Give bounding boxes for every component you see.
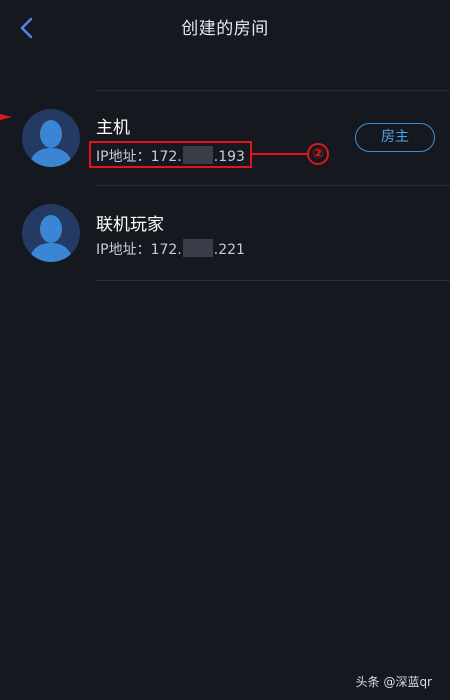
- divider: [96, 90, 450, 91]
- ip-suffix: .221: [213, 242, 245, 258]
- divider: [96, 280, 450, 281]
- annotation-arrow-icon: [0, 108, 14, 120]
- header-bar: 创建的房间: [0, 0, 450, 56]
- page-title: 创建的房间: [181, 19, 269, 39]
- player-ip: IP地址：172. .221: [96, 239, 245, 259]
- annotation-line: [252, 153, 308, 155]
- divider: [96, 185, 450, 186]
- user-avatar-icon: [22, 109, 80, 167]
- host-badge[interactable]: 房主: [355, 123, 435, 152]
- ip-prefix: 172.: [150, 242, 182, 258]
- ip-redaction: [182, 239, 213, 257]
- player-name: 联机玩家: [96, 215, 164, 235]
- annotation-number-badge: ②: [307, 143, 329, 165]
- player-row-guest[interactable]: 联机玩家 IP地址：172. .221: [0, 188, 450, 280]
- watermark: 头条 @深蓝qr: [355, 675, 432, 689]
- player-name: 主机: [96, 118, 130, 138]
- annotation-highlight-box: [89, 141, 252, 168]
- user-avatar-icon: [22, 204, 80, 262]
- ip-label: IP地址：: [96, 242, 151, 258]
